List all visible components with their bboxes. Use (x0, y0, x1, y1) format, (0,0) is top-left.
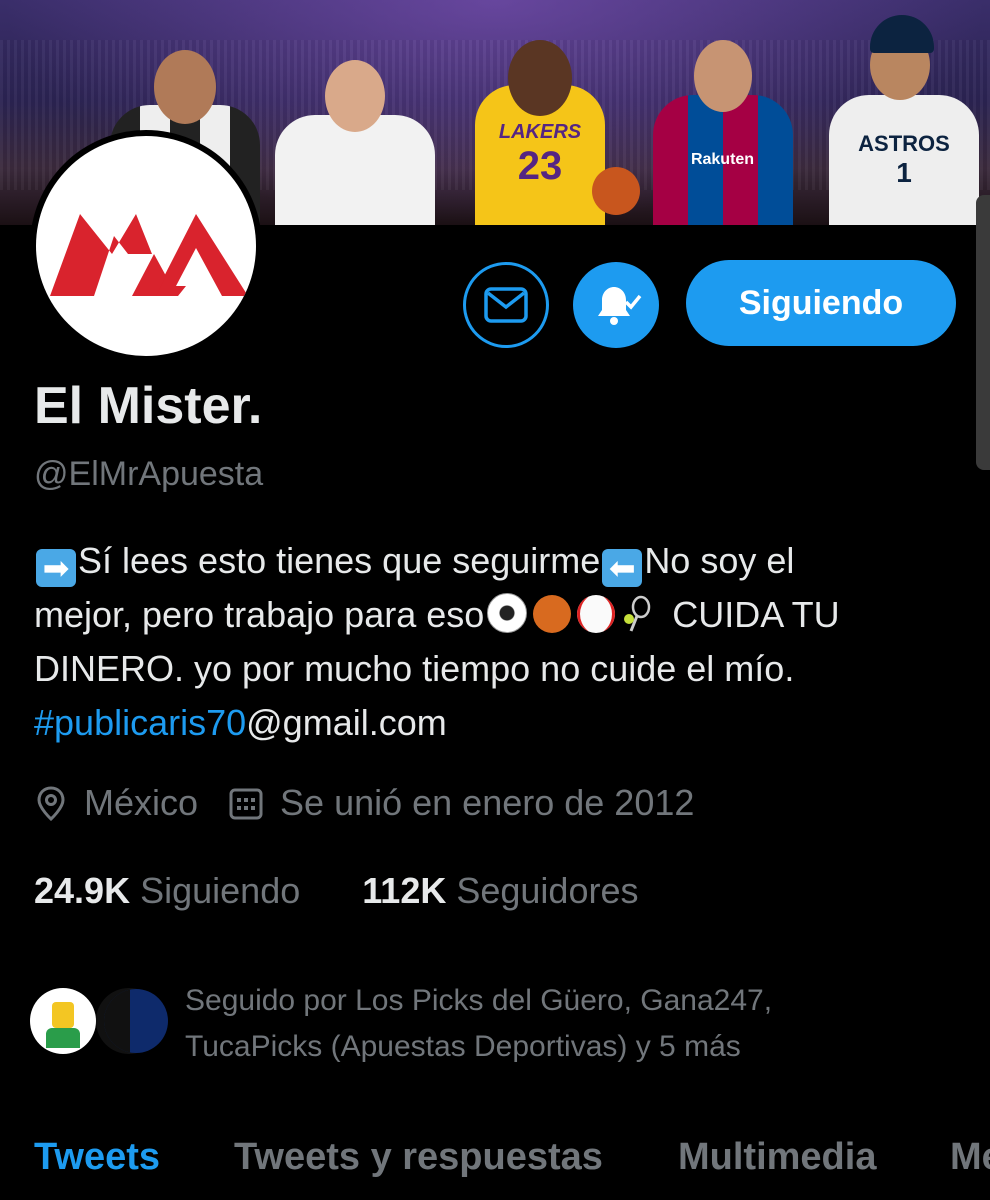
profile-avatar[interactable] (30, 130, 262, 362)
bio-hashtag-link[interactable]: #publicaris70 (34, 702, 246, 743)
banner-player-3: LAKERS 23 (440, 10, 640, 225)
profile-handle: @ElMrApuesta (34, 455, 264, 493)
calendar-icon (228, 785, 264, 821)
baseball-icon (577, 595, 616, 633)
profile-location: México (84, 782, 199, 823)
tab-tweets-and-replies[interactable]: Tweets y respuestas (234, 1136, 603, 1179)
follower-avatar-3[interactable] (104, 989, 168, 1053)
following-button[interactable]: Siguiendo (686, 260, 956, 346)
banner-player-5: ASTROS 1 (790, 10, 980, 225)
bell-check-icon (598, 287, 642, 325)
right-arrow-icon: ➡ (36, 549, 76, 587)
banner-player-4: Rakuten (650, 20, 795, 225)
jersey-text-lakers: LAKERS (498, 121, 582, 143)
followed-by-text[interactable]: Seguido por Los Picks del Güero, Gana247… (185, 978, 945, 1070)
mail-icon (484, 287, 528, 323)
banner-player-2 (272, 25, 437, 225)
jersey-number-23: 23 (517, 144, 563, 188)
basketball-icon (533, 595, 572, 633)
tennis-icon (621, 594, 659, 632)
following-stat[interactable]: 24.9K Siguiendo (34, 870, 300, 911)
bio-line-2: mejor, pero trabajo para eso CUIDA TU (34, 593, 840, 635)
profile-joined-date: Se unió en enero de 2012 (280, 782, 695, 823)
profile-stats: 24.9K Siguiendo 112K Seguidores (34, 870, 639, 912)
jersey-number-1: 1 (896, 157, 912, 188)
helmet-graphic (870, 15, 934, 53)
followers-stat[interactable]: 112K Seguidores (362, 870, 638, 911)
notifications-button[interactable] (573, 262, 659, 348)
bio-line-4: #publicaris70@gmail.com (34, 702, 447, 743)
follower-avatar-1[interactable] (30, 988, 96, 1054)
location-pin-icon (34, 785, 68, 821)
bio-line-1: ➡ Sí lees esto tienes que seguirme ⬅ No soy… (34, 534, 964, 588)
basketball-graphic (592, 167, 640, 215)
left-arrow-icon: ⬅ (602, 549, 643, 587)
message-button[interactable] (463, 262, 549, 348)
profile-bio: ➡ Sí lees esto tienes que seguirme ⬅ No soy… (34, 534, 964, 750)
ma-logo-icon (50, 214, 248, 296)
scrollbar-thumb[interactable] (976, 195, 990, 470)
profile-name: El Mister. (34, 377, 263, 435)
jersey-text-astros: ASTROS (858, 131, 950, 156)
jersey-text-rakuten: Rakuten (690, 151, 755, 168)
tab-tweets[interactable]: Tweets (34, 1136, 160, 1179)
tab-media[interactable]: Multimedia (678, 1136, 876, 1179)
bio-line-3: DINERO. yo por mucho tiempo no cuide el … (34, 648, 795, 689)
profile-meta: México Se unió en enero de 2012 (34, 782, 694, 824)
soccer-ball-icon (487, 593, 528, 633)
avatar-logo (36, 136, 256, 356)
tab-likes-partial[interactable]: Me (950, 1136, 990, 1179)
